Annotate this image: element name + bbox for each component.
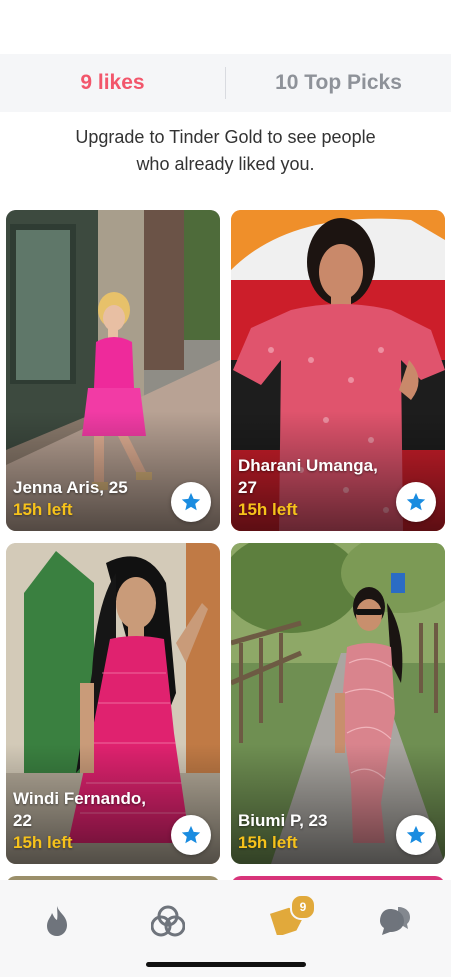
card-info: Biumi P, 23 15h left (238, 810, 389, 854)
card-info: Windi Fernando, 22 15h left (13, 788, 164, 854)
nav-home[interactable] (32, 896, 82, 946)
nav-explore[interactable] (143, 896, 193, 946)
likes-tab-bar: 9 likes 10 Top Picks (0, 54, 451, 112)
time-left: 15h left (238, 500, 298, 519)
star-icon (406, 825, 426, 844)
super-like-button[interactable] (171, 482, 211, 522)
flame-icon (47, 906, 67, 936)
upgrade-message: Upgrade to Tinder Gold to see people who… (20, 124, 431, 178)
home-indicator (146, 962, 306, 967)
card-info: Jenna Aris, 25 15h left (13, 477, 164, 521)
chat-icon (380, 907, 410, 935)
profile-name: Windi Fernando, 22 (13, 789, 147, 830)
star-icon (181, 492, 201, 511)
upgrade-message-line-2: who already liked you. (136, 154, 315, 174)
super-like-button[interactable] (396, 482, 436, 522)
time-left: 15h left (238, 833, 298, 852)
profile-name: Dharani Umanga, 27 (238, 456, 378, 497)
super-like-button[interactable] (171, 815, 211, 855)
star-icon (181, 825, 201, 844)
nav-likes[interactable]: 9 (262, 894, 316, 946)
card-info: Dharani Umanga, 27 15h left (238, 455, 389, 521)
time-left: 15h left (13, 833, 73, 852)
upgrade-message-line-1: Upgrade to Tinder Gold to see people (75, 127, 376, 147)
super-like-button[interactable] (396, 815, 436, 855)
tab-top-picks[interactable]: 10 Top Picks (226, 71, 451, 95)
nav-messages[interactable] (370, 896, 420, 946)
profile-card[interactable]: Biumi P, 23 15h left (231, 543, 445, 864)
explore-icon (151, 905, 185, 937)
profile-name: Jenna Aris, 25 (13, 478, 128, 497)
tab-likes[interactable]: 9 likes (0, 71, 225, 95)
profile-name: Biumi P, 23 (238, 811, 328, 830)
profile-card[interactable]: Windi Fernando, 22 15h left (6, 543, 220, 864)
star-icon (406, 492, 426, 511)
profile-card[interactable]: Dharani Umanga, 27 15h left (231, 210, 445, 531)
likes-count-badge: 9 (290, 894, 316, 920)
profile-card[interactable]: Jenna Aris, 25 15h left (6, 210, 220, 531)
time-left: 15h left (13, 500, 73, 519)
